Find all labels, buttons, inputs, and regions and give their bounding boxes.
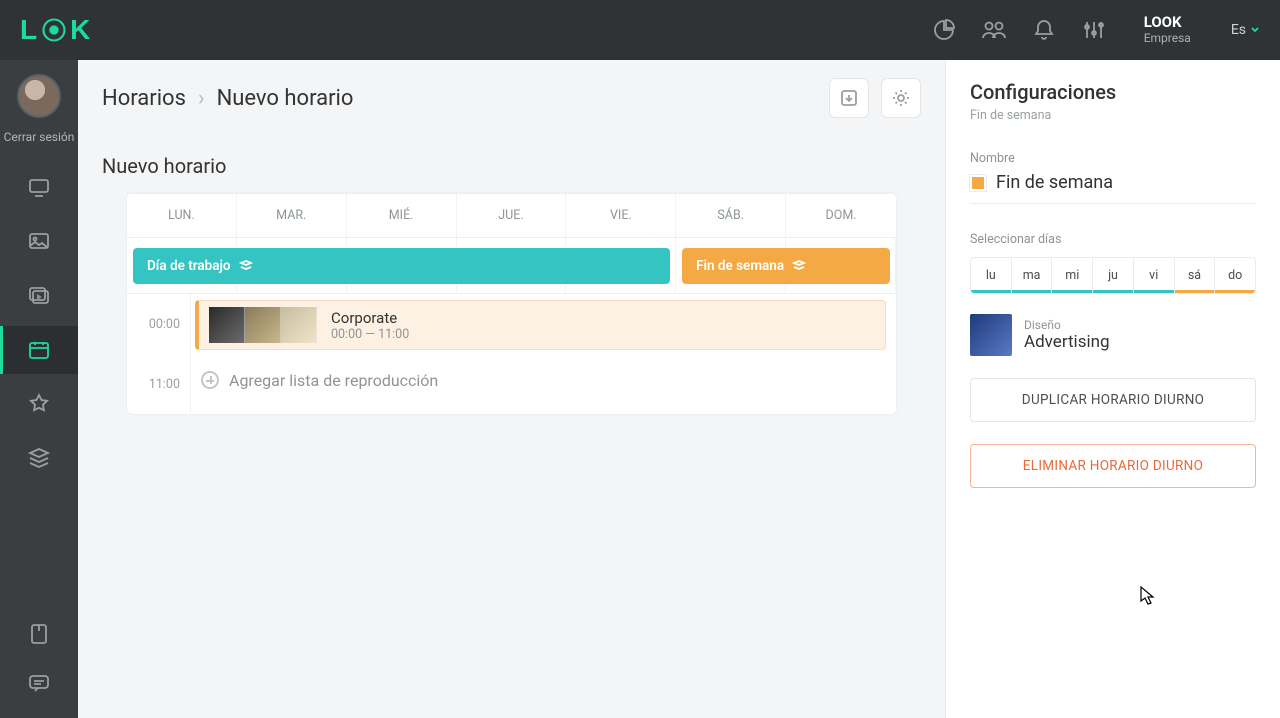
weekday-sat: SÁB. bbox=[676, 194, 786, 237]
strip-weekend[interactable]: Fin de semana bbox=[682, 248, 890, 284]
content: Horarios › Nuevo horario Nuevo horario L… bbox=[78, 60, 945, 718]
name-value: Fin de semana bbox=[996, 172, 1113, 193]
thumb-3 bbox=[281, 307, 317, 343]
day-do[interactable]: do bbox=[1215, 258, 1255, 293]
users-icon[interactable] bbox=[980, 16, 1008, 44]
account-type: Empresa bbox=[1144, 32, 1191, 46]
layers-icon bbox=[239, 259, 253, 273]
nav-scenes[interactable] bbox=[0, 380, 78, 428]
design-name: Advertising bbox=[1024, 332, 1110, 352]
logo-eye-icon bbox=[40, 16, 68, 44]
add-playlist-row[interactable]: Agregar lista de reproducción bbox=[191, 350, 896, 410]
design-thumbnail bbox=[970, 314, 1012, 356]
language-switch[interactable]: Es bbox=[1231, 22, 1260, 38]
select-days-label: Seleccionar días bbox=[970, 232, 1256, 247]
settings-panel: Configuraciones Fin de semana Nombre Fin… bbox=[945, 60, 1280, 718]
strip-row: Día de trabajo Fin de semana bbox=[127, 238, 896, 294]
timeline: 00:00 11:00 Corpora bbox=[127, 294, 896, 414]
strip-workdays[interactable]: Día de trabajo bbox=[133, 248, 670, 284]
week-header: LUN. MAR. MIÉ. JUE. VIE. SÁB. DOM. bbox=[127, 193, 896, 238]
app-logo-text: L bbox=[20, 14, 38, 46]
nav-playlists[interactable] bbox=[0, 272, 78, 320]
day-sa[interactable]: sá bbox=[1175, 258, 1216, 293]
app-logo-text2: K bbox=[70, 14, 91, 46]
analytics-icon[interactable] bbox=[930, 16, 958, 44]
day-ma[interactable]: ma bbox=[1012, 258, 1053, 293]
panel-title: Configuraciones bbox=[970, 80, 1256, 104]
color-chip[interactable] bbox=[970, 175, 986, 191]
logout-link[interactable]: Cerrar sesión bbox=[4, 130, 75, 144]
day-vi[interactable]: vi bbox=[1134, 258, 1175, 293]
time-0000: 00:00 bbox=[127, 294, 190, 354]
page-header: Horarios › Nuevo horario bbox=[78, 60, 945, 136]
breadcrumb: Horarios › Nuevo horario bbox=[102, 86, 353, 111]
main: Horarios › Nuevo horario Nuevo horario L… bbox=[78, 60, 1280, 718]
weekday-tue: MAR. bbox=[237, 194, 347, 237]
design-label: Diseño bbox=[1024, 318, 1110, 332]
breadcrumb-current: Nuevo horario bbox=[217, 86, 354, 111]
name-field[interactable]: Fin de semana bbox=[970, 172, 1256, 193]
weekday-mon: LUN. bbox=[127, 194, 237, 237]
language-code: Es bbox=[1231, 22, 1246, 38]
topbar-actions: LOOK Empresa Es bbox=[930, 14, 1260, 45]
import-button[interactable] bbox=[829, 78, 869, 118]
nav-screens[interactable] bbox=[0, 164, 78, 212]
weekday-fri: VIE. bbox=[566, 194, 676, 237]
plus-icon bbox=[201, 371, 219, 389]
time-1100: 11:00 bbox=[127, 354, 190, 414]
panel-subtitle: Fin de semana bbox=[970, 108, 1256, 123]
weekday-wed: MIÉ. bbox=[347, 194, 457, 237]
layers-icon bbox=[792, 259, 806, 273]
day-lu[interactable]: lu bbox=[971, 258, 1012, 293]
timeline-item-corporate[interactable]: Corporate 00:00 — 11:00 bbox=[195, 300, 886, 350]
breadcrumb-sep: › bbox=[198, 86, 205, 111]
nav-docs[interactable] bbox=[0, 610, 78, 658]
weekday-sun: DOM. bbox=[786, 194, 896, 237]
chevron-down-icon bbox=[1250, 25, 1260, 35]
day-ju[interactable]: ju bbox=[1093, 258, 1134, 293]
account-name: LOOK bbox=[1144, 14, 1191, 31]
nav-layers[interactable] bbox=[0, 434, 78, 482]
avatar[interactable] bbox=[17, 74, 61, 118]
day-mi[interactable]: mi bbox=[1052, 258, 1093, 293]
settings-button[interactable] bbox=[881, 78, 921, 118]
duplicate-button-label: DUPLICAR HORARIO DIURNO bbox=[1022, 392, 1204, 408]
thumb-1 bbox=[209, 307, 245, 343]
nav-chat[interactable] bbox=[0, 660, 78, 708]
sidebar: Cerrar sesión bbox=[0, 60, 78, 718]
duplicate-button[interactable]: DUPLICAR HORARIO DIURNO bbox=[970, 378, 1256, 422]
item-thumbnails bbox=[209, 307, 317, 343]
add-playlist-label: Agregar lista de reproducción bbox=[229, 371, 438, 390]
item-time-range: 00:00 — 11:00 bbox=[331, 327, 409, 342]
strip-workdays-label: Día de trabajo bbox=[147, 258, 231, 274]
delete-button[interactable]: ELIMINAR HORARIO DIURNO bbox=[970, 444, 1256, 488]
design-row[interactable]: Diseño Advertising bbox=[970, 314, 1256, 356]
account-block[interactable]: LOOK Empresa bbox=[1144, 14, 1191, 45]
thumb-2 bbox=[245, 307, 281, 343]
delete-button-label: ELIMINAR HORARIO DIURNO bbox=[1023, 458, 1203, 474]
nav-schedules[interactable] bbox=[0, 326, 78, 374]
schedule-card: LUN. MAR. MIÉ. JUE. VIE. SÁB. DOM. Día d… bbox=[126, 192, 897, 415]
app-logo[interactable]: L K bbox=[20, 14, 91, 46]
page-title: Nuevo horario bbox=[102, 136, 921, 192]
topbar: L K LOOK Empresa Es bbox=[0, 0, 1280, 60]
strip-weekend-label: Fin de semana bbox=[696, 258, 784, 274]
item-title: Corporate bbox=[331, 309, 409, 327]
weekday-thu: JUE. bbox=[457, 194, 567, 237]
name-label: Nombre bbox=[970, 151, 1256, 166]
nav-media[interactable] bbox=[0, 218, 78, 266]
bell-icon[interactable] bbox=[1030, 16, 1058, 44]
day-picker: lu ma mi ju vi sá do bbox=[970, 257, 1256, 294]
breadcrumb-root[interactable]: Horarios bbox=[102, 86, 186, 111]
settings-sliders-icon[interactable] bbox=[1080, 16, 1108, 44]
